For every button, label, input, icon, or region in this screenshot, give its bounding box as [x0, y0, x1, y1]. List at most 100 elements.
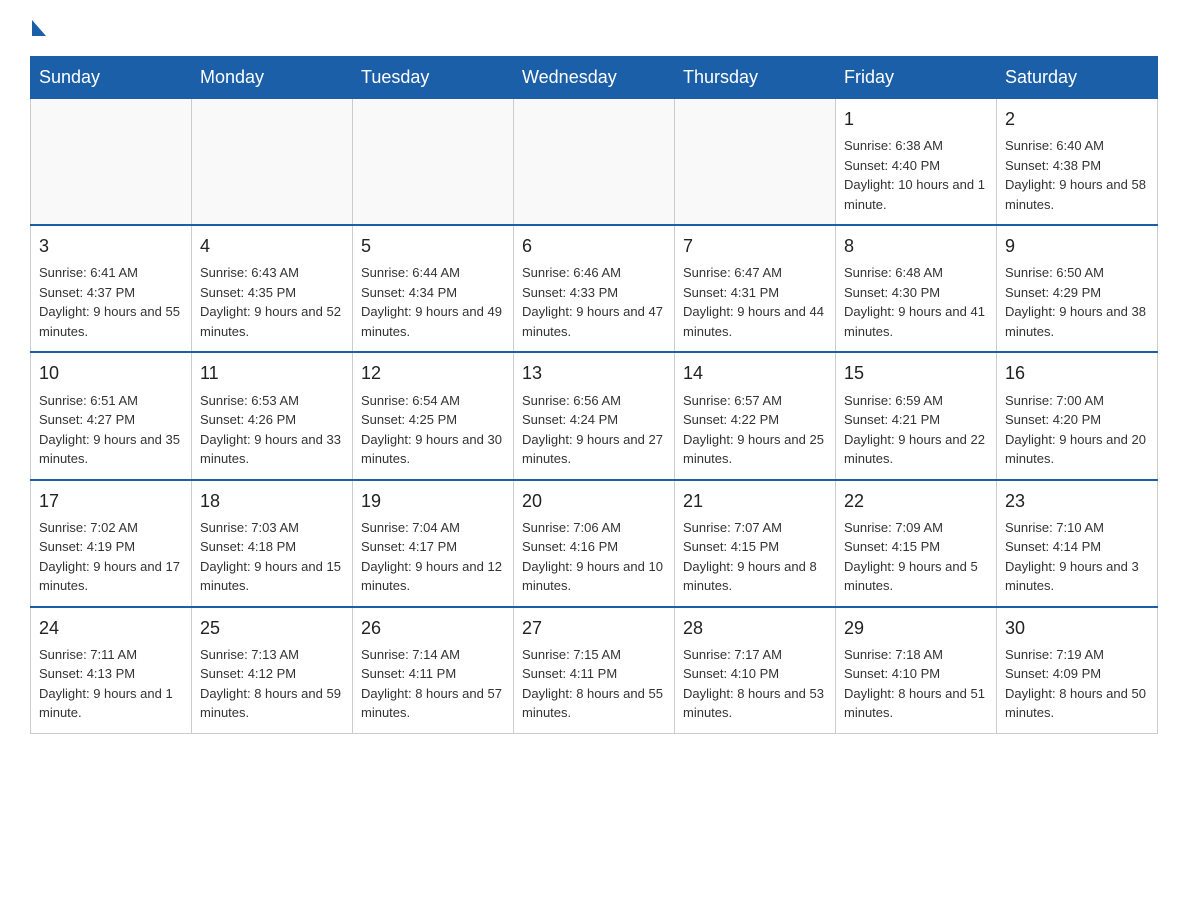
day-info: Sunrise: 6:53 AMSunset: 4:26 PMDaylight:… [200, 391, 344, 469]
page-header [30, 20, 1158, 38]
calendar-header: SundayMondayTuesdayWednesdayThursdayFrid… [31, 57, 1158, 99]
day-info: Sunrise: 7:04 AMSunset: 4:17 PMDaylight:… [361, 518, 505, 596]
calendar-body: 1Sunrise: 6:38 AMSunset: 4:40 PMDaylight… [31, 99, 1158, 734]
day-number: 19 [361, 489, 505, 514]
calendar-cell: 9Sunrise: 6:50 AMSunset: 4:29 PMDaylight… [997, 225, 1158, 352]
calendar-cell: 11 Sunrise: 6:53 AMSunset: 4:26 PMDayligh… [192, 352, 353, 479]
day-info: Sunrise: 7:11 AMSunset: 4:13 PMDaylight:… [39, 645, 183, 723]
calendar-cell: 14 Sunrise: 6:57 AMSunset: 4:22 PMDayligh… [675, 352, 836, 479]
day-info: Sunrise: 6:50 AMSunset: 4:29 PMDaylight:… [1005, 263, 1149, 341]
day-number: 12 [361, 361, 505, 386]
day-number: 29 [844, 616, 988, 641]
day-info: Sunrise: 6:51 AMSunset: 4:27 PMDaylight:… [39, 391, 183, 469]
day-info: Sunrise: 7:06 AMSunset: 4:16 PMDaylight:… [522, 518, 666, 596]
day-number: 21 [683, 489, 827, 514]
calendar-cell: 5Sunrise: 6:44 AMSunset: 4:34 PMDaylight… [353, 225, 514, 352]
day-number: 27 [522, 616, 666, 641]
calendar-cell [675, 99, 836, 226]
day-number: 15 [844, 361, 988, 386]
day-number: 18 [200, 489, 344, 514]
calendar-cell: 30Sunrise: 7:19 AMSunset: 4:09 PMDayligh… [997, 607, 1158, 734]
day-number: 2 [1005, 107, 1149, 132]
day-info: Sunrise: 6:41 AMSunset: 4:37 PMDaylight:… [39, 263, 183, 341]
calendar-cell: 4 Sunrise: 6:43 AMSunset: 4:35 PMDaylight… [192, 225, 353, 352]
day-number: 8 [844, 234, 988, 259]
calendar-cell [514, 99, 675, 226]
calendar-cell: 27 Sunrise: 7:15 AMSunset: 4:11 PMDayligh… [514, 607, 675, 734]
header-cell-wednesday: Wednesday [514, 57, 675, 99]
day-number: 17 [39, 489, 183, 514]
day-number: 11 [200, 361, 344, 386]
day-number: 28 [683, 616, 827, 641]
calendar-cell [31, 99, 192, 226]
calendar-cell: 16 Sunrise: 7:00 AMSunset: 4:20 PMDayligh… [997, 352, 1158, 479]
day-number: 14 [683, 361, 827, 386]
calendar-cell [353, 99, 514, 226]
day-info: Sunrise: 7:00 AMSunset: 4:20 PMDaylight:… [1005, 391, 1149, 469]
day-info: Sunrise: 6:40 AMSunset: 4:38 PMDaylight:… [1005, 136, 1149, 214]
calendar-cell: 29 Sunrise: 7:18 AMSunset: 4:10 PMDayligh… [836, 607, 997, 734]
day-number: 7 [683, 234, 827, 259]
day-number: 30 [1005, 616, 1149, 641]
calendar-cell: 13Sunrise: 6:56 AMSunset: 4:24 PMDayligh… [514, 352, 675, 479]
calendar-table: SundayMondayTuesdayWednesdayThursdayFrid… [30, 56, 1158, 734]
calendar-cell: 20 Sunrise: 7:06 AMSunset: 4:16 PMDayligh… [514, 480, 675, 607]
header-cell-thursday: Thursday [675, 57, 836, 99]
calendar-week-2: 3 Sunrise: 6:41 AMSunset: 4:37 PMDaylight… [31, 225, 1158, 352]
calendar-cell: 12 Sunrise: 6:54 AMSunset: 4:25 PMDayligh… [353, 352, 514, 479]
day-info: Sunrise: 7:10 AMSunset: 4:14 PMDaylight:… [1005, 518, 1149, 596]
calendar-cell: 6 Sunrise: 6:46 AMSunset: 4:33 PMDaylight… [514, 225, 675, 352]
calendar-cell: 28 Sunrise: 7:17 AMSunset: 4:10 PMDayligh… [675, 607, 836, 734]
calendar-week-1: 1Sunrise: 6:38 AMSunset: 4:40 PMDaylight… [31, 99, 1158, 226]
calendar-cell: 21Sunrise: 7:07 AMSunset: 4:15 PMDayligh… [675, 480, 836, 607]
day-info: Sunrise: 7:03 AMSunset: 4:18 PMDaylight:… [200, 518, 344, 596]
day-number: 16 [1005, 361, 1149, 386]
day-number: 25 [200, 616, 344, 641]
calendar-week-4: 17 Sunrise: 7:02 AMSunset: 4:19 PMDayligh… [31, 480, 1158, 607]
day-number: 6 [522, 234, 666, 259]
header-cell-saturday: Saturday [997, 57, 1158, 99]
day-info: Sunrise: 6:59 AMSunset: 4:21 PMDaylight:… [844, 391, 988, 469]
day-number: 20 [522, 489, 666, 514]
day-number: 3 [39, 234, 183, 259]
day-info: Sunrise: 6:44 AMSunset: 4:34 PMDaylight:… [361, 263, 505, 341]
calendar-week-5: 24 Sunrise: 7:11 AMSunset: 4:13 PMDayligh… [31, 607, 1158, 734]
day-info: Sunrise: 6:47 AMSunset: 4:31 PMDaylight:… [683, 263, 827, 341]
calendar-week-3: 10 Sunrise: 6:51 AMSunset: 4:27 PMDayligh… [31, 352, 1158, 479]
day-number: 22 [844, 489, 988, 514]
calendar-cell: 24 Sunrise: 7:11 AMSunset: 4:13 PMDayligh… [31, 607, 192, 734]
calendar-cell: 8 Sunrise: 6:48 AMSunset: 4:30 PMDaylight… [836, 225, 997, 352]
calendar-cell: 10 Sunrise: 6:51 AMSunset: 4:27 PMDayligh… [31, 352, 192, 479]
header-cell-sunday: Sunday [31, 57, 192, 99]
calendar-cell: 19 Sunrise: 7:04 AMSunset: 4:17 PMDayligh… [353, 480, 514, 607]
header-cell-tuesday: Tuesday [353, 57, 514, 99]
header-cell-friday: Friday [836, 57, 997, 99]
day-info: Sunrise: 6:54 AMSunset: 4:25 PMDaylight:… [361, 391, 505, 469]
day-number: 1 [844, 107, 988, 132]
calendar-cell: 23Sunrise: 7:10 AMSunset: 4:14 PMDayligh… [997, 480, 1158, 607]
day-info: Sunrise: 7:18 AMSunset: 4:10 PMDaylight:… [844, 645, 988, 723]
logo-arrow-icon [32, 20, 46, 36]
day-info: Sunrise: 7:15 AMSunset: 4:11 PMDaylight:… [522, 645, 666, 723]
calendar-cell: 17 Sunrise: 7:02 AMSunset: 4:19 PMDayligh… [31, 480, 192, 607]
calendar-cell: 3 Sunrise: 6:41 AMSunset: 4:37 PMDaylight… [31, 225, 192, 352]
day-number: 24 [39, 616, 183, 641]
day-info: Sunrise: 6:46 AMSunset: 4:33 PMDaylight:… [522, 263, 666, 341]
day-info: Sunrise: 7:02 AMSunset: 4:19 PMDaylight:… [39, 518, 183, 596]
calendar-cell: 25Sunrise: 7:13 AMSunset: 4:12 PMDayligh… [192, 607, 353, 734]
day-info: Sunrise: 6:48 AMSunset: 4:30 PMDaylight:… [844, 263, 988, 341]
calendar-cell: 15 Sunrise: 6:59 AMSunset: 4:21 PMDayligh… [836, 352, 997, 479]
day-number: 10 [39, 361, 183, 386]
day-info: Sunrise: 7:14 AMSunset: 4:11 PMDaylight:… [361, 645, 505, 723]
day-info: Sunrise: 6:43 AMSunset: 4:35 PMDaylight:… [200, 263, 344, 341]
day-info: Sunrise: 7:09 AMSunset: 4:15 PMDaylight:… [844, 518, 988, 596]
day-info: Sunrise: 6:57 AMSunset: 4:22 PMDaylight:… [683, 391, 827, 469]
day-number: 26 [361, 616, 505, 641]
calendar-cell [192, 99, 353, 226]
day-info: Sunrise: 6:56 AMSunset: 4:24 PMDaylight:… [522, 391, 666, 469]
day-number: 4 [200, 234, 344, 259]
header-cell-monday: Monday [192, 57, 353, 99]
day-info: Sunrise: 7:17 AMSunset: 4:10 PMDaylight:… [683, 645, 827, 723]
calendar-cell: 2 Sunrise: 6:40 AMSunset: 4:38 PMDaylight… [997, 99, 1158, 226]
header-row: SundayMondayTuesdayWednesdayThursdayFrid… [31, 57, 1158, 99]
